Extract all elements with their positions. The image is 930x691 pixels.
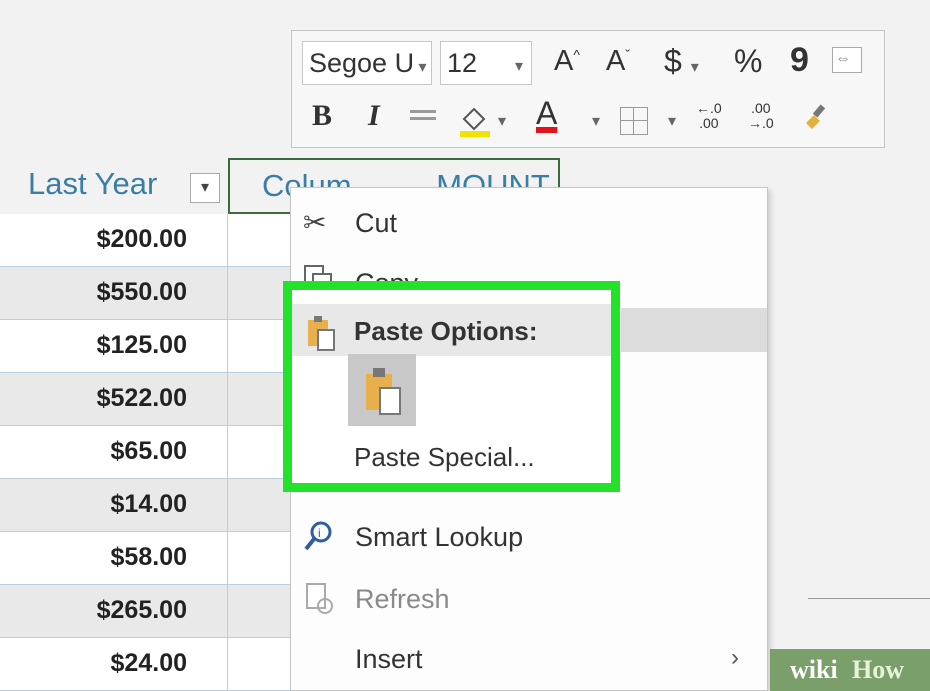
increase-decimal-bottom: .00	[699, 115, 719, 131]
table-cell[interactable]: $65.00	[0, 426, 228, 479]
comma-icon: 9	[790, 41, 809, 79]
wikihow-watermark: wiki How	[770, 649, 930, 691]
menu-item-smart-lookup[interactable]: i Smart Lookup	[291, 504, 767, 564]
grow-font-icon: A	[554, 45, 574, 77]
decrease-decimal-bottom: →.0	[748, 115, 774, 131]
font-name-value: Segoe U	[309, 48, 415, 78]
bold-button[interactable]: B	[312, 99, 332, 133]
bold-icon: B	[312, 99, 333, 132]
font-name-dropdown[interactable]: Segoe U ▾	[302, 41, 432, 85]
table-cell[interactable]: $14.00	[0, 479, 228, 532]
paste-special-label: Paste Special...	[354, 442, 535, 472]
refresh-icon	[303, 582, 339, 618]
decrease-decimal-button[interactable]: .00 →.0	[748, 101, 774, 131]
shrink-font-icon: A	[606, 45, 626, 77]
font-size-dropdown[interactable]: 12 ▾	[440, 41, 532, 85]
clipboard-icon	[306, 314, 336, 357]
chevron-down-icon: ▾	[690, 59, 699, 76]
chevron-down-icon[interactable]: ▾	[498, 111, 506, 131]
menu-item-smart-lookup-label: Smart Lookup	[355, 522, 524, 552]
paste-options-label: Paste Options:	[354, 316, 538, 346]
watermark-how: How	[852, 655, 904, 684]
paintbrush-icon	[806, 104, 826, 129]
font-color-icon: A	[536, 95, 558, 131]
header-last-year[interactable]: Last Year ▾	[0, 158, 228, 214]
paste-special-item[interactable]: Paste Special...	[354, 442, 535, 473]
percent-button[interactable]: %	[734, 43, 762, 80]
clipboard-icon	[364, 366, 404, 423]
scissors-icon: ✂	[303, 207, 327, 238]
currency-button[interactable]: $ ▾	[664, 43, 699, 80]
magnifier-icon: i	[303, 520, 339, 556]
gridline	[808, 598, 930, 599]
merge-icon: ⇔	[835, 50, 851, 67]
submenu-arrow-icon: ›	[731, 644, 739, 671]
svg-text:i: i	[318, 526, 321, 540]
borders-icon	[633, 108, 634, 134]
format-painter-button[interactable]	[802, 101, 832, 131]
font-color-button[interactable]: A	[536, 95, 557, 132]
header-last-year-label: Last Year	[28, 166, 158, 201]
paste-options-header: Paste Options:	[292, 304, 611, 356]
font-size-value: 12	[447, 48, 478, 78]
chevron-down-icon[interactable]: ▾	[668, 111, 676, 131]
mini-toolbar: Segoe U ▾ 12 ▾ A^ Aˇ $ ▾ % 9 ⇔ B I ▾ A ▾…	[291, 30, 885, 148]
chevron-down-icon: ▾	[514, 58, 523, 75]
table-cell[interactable]: $522.00	[0, 373, 228, 426]
watermark-wiki: wiki	[790, 655, 838, 684]
paste-button[interactable]	[348, 354, 416, 426]
percent-icon: %	[734, 43, 763, 79]
menu-item-insert-label: Insert	[355, 644, 423, 674]
comma-style-button[interactable]: 9	[790, 41, 809, 80]
shrink-font-button[interactable]: Aˇ	[606, 45, 630, 78]
table-cell[interactable]: $24.00	[0, 638, 228, 691]
table-cell[interactable]: $200.00	[0, 214, 228, 267]
italic-button[interactable]: I	[368, 99, 380, 133]
grow-font-button[interactable]: A^	[554, 45, 580, 78]
italic-icon: I	[368, 99, 380, 132]
paste-options-highlight: Paste Options: Paste Special...	[283, 281, 620, 492]
menu-item-cut-label: Cut	[355, 208, 398, 238]
chevron-down-icon: ▾	[414, 59, 427, 76]
menu-item-insert[interactable]: Insert ›	[291, 626, 767, 686]
table-cell[interactable]: $550.00	[0, 267, 228, 320]
borders-button[interactable]	[620, 107, 648, 135]
menu-item-cut[interactable]: ✂ Cut	[291, 192, 767, 252]
increase-decimal-top: ←.0	[696, 100, 722, 116]
menu-item-refresh[interactable]: Refresh	[291, 566, 767, 626]
chevron-down-icon[interactable]: ▾	[592, 111, 600, 131]
filter-dropdown-icon[interactable]: ▾	[190, 173, 220, 203]
table-cell[interactable]: $125.00	[0, 320, 228, 373]
increase-decimal-button[interactable]: ←.0 .00	[696, 101, 722, 131]
align-center-button[interactable]	[410, 109, 436, 125]
paint-bucket-icon	[460, 107, 490, 137]
currency-icon: $	[664, 43, 682, 79]
table-cell[interactable]: $58.00	[0, 532, 228, 585]
hover-highlight	[621, 308, 767, 352]
menu-item-refresh-label: Refresh	[355, 584, 450, 614]
decrease-decimal-top: .00	[751, 100, 771, 116]
align-center-icon	[410, 110, 436, 120]
fill-color-button[interactable]	[456, 101, 492, 137]
merge-center-button[interactable]: ⇔	[832, 47, 862, 73]
table-cell[interactable]: $265.00	[0, 585, 228, 638]
